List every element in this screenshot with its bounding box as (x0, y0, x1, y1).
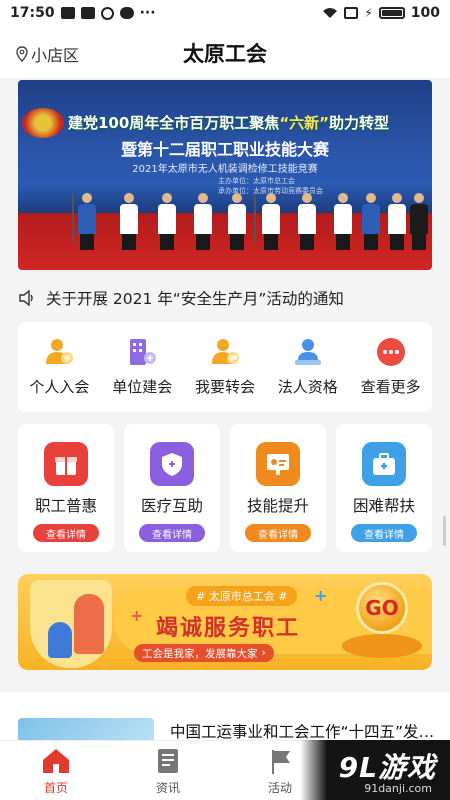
home-icon (43, 749, 69, 773)
scroll-indicator[interactable] (443, 516, 446, 546)
banner-subheadline: 暨第十二届职工职业技能大赛 (120, 140, 329, 159)
battery-level: 100 (410, 5, 440, 21)
quick-action-label: 我要转会 (194, 378, 255, 396)
news-title: 中国工运事业和工会工作“十四五”发展规划 (170, 723, 436, 741)
chat-icon (119, 7, 134, 19)
service-card-hardship[interactable]: 困难帮扶 查看详情 (336, 424, 432, 552)
news-icon (158, 749, 178, 773)
service-card-medical[interactable]: 医疗互助 查看详情 (124, 424, 220, 552)
service-title: 医疗互助 (140, 497, 203, 515)
banner-headline-highlight: “六新” (279, 114, 330, 132)
app-header: 小店区 太原工会 (0, 26, 450, 78)
microphone-stand (72, 194, 74, 242)
skill-board-icon (256, 442, 300, 486)
banner-headline: 建党100周年全市百万职工聚焦“六新”助力转型 (68, 112, 424, 133)
building-icon (130, 339, 157, 365)
promo-subtitle-text: 工会是我家，发展靠大家 (142, 647, 258, 660)
tab-label: 首页 (43, 781, 68, 795)
status-time: 17:50 (10, 5, 55, 21)
quick-action-join-individual[interactable]: 个人入会 (18, 322, 101, 412)
party-anniversary-logo (22, 108, 64, 138)
banner-headline-b: 助力转型 (329, 114, 390, 132)
quick-action-label: 查看更多 (360, 378, 421, 396)
view-details-button[interactable]: 查看详情 (33, 524, 99, 542)
page-title: 太原工会 (183, 42, 267, 66)
person (78, 193, 96, 250)
promo-child-figure (48, 622, 72, 658)
banner-organizer-1: 主办单位：太原市总工会 (218, 177, 295, 185)
quick-action-label: 个人入会 (29, 378, 90, 396)
arrow-right-icon: › (261, 647, 266, 659)
medical-shield-icon (150, 442, 194, 486)
flag-icon (272, 750, 290, 774)
go-button[interactable]: GO (356, 582, 408, 634)
view-details-button[interactable]: 查看详情 (245, 524, 311, 542)
news-app-icon (80, 7, 95, 19)
person (194, 193, 212, 250)
promo-headline: 竭诚服务职工 (156, 616, 301, 641)
banner-headline-a: 建党100周年全市百万职工聚焦 (68, 114, 280, 132)
service-cards: 职工普惠 查看详情 医疗互助 查看详情 技能提升 查看详情 困难帮扶 查看详情 (18, 424, 432, 552)
promo-banner[interactable]: + + # 太原市总工会 # 竭诚服务职工 工会是我家，发展靠大家 › GO (18, 574, 432, 670)
service-title: 困难帮扶 (352, 497, 415, 515)
tab-label: 资讯 (155, 781, 180, 795)
banner-caption: 2021年太原市无人机装调检修工技能竞赛 (132, 164, 318, 175)
person (334, 193, 352, 250)
person (388, 193, 406, 250)
blocked-icon (100, 6, 114, 20)
announcement-bar[interactable]: 关于开展 2021 年“安全生产月”活动的通知 (18, 284, 432, 312)
person-add-icon (46, 339, 74, 364)
gift-icon (44, 442, 88, 486)
quick-action-legal-person[interactable]: 法人资格 (266, 322, 349, 412)
person (298, 193, 316, 250)
more-notifications-icon: ··· (139, 5, 156, 21)
person (262, 193, 280, 250)
service-card-benefits[interactable]: 职工普惠 查看详情 (18, 424, 114, 552)
legal-person-icon (294, 339, 321, 365)
announcement-text: 关于开展 2021 年“安全生产月”活动的通知 (46, 290, 344, 308)
service-title: 技能提升 (246, 497, 309, 515)
screen-icon (344, 7, 359, 19)
wifi-icon (323, 8, 338, 18)
promo-parent-figure (74, 594, 104, 654)
person (362, 193, 380, 250)
service-title: 职工普惠 (34, 497, 97, 515)
microphone-stand (254, 194, 256, 242)
status-bar: 17:50 ··· ⚡ 100 (0, 0, 450, 26)
service-card-skills[interactable]: 技能提升 查看详情 (230, 424, 326, 552)
quick-actions: 个人入会 单位建会 我要转会 法人资格 查看更多 (18, 322, 432, 412)
person (120, 193, 138, 250)
tab-news[interactable]: 资讯 (112, 741, 224, 800)
more-dots-icon (376, 338, 405, 366)
battery-icon (378, 7, 405, 19)
promo-tag: # 太原市总工会 # (186, 586, 298, 606)
tab-label: 活动 (267, 781, 292, 795)
view-details-button[interactable]: 查看详情 (351, 524, 417, 542)
promo-plus-icon: + (130, 606, 144, 625)
quick-action-transfer[interactable]: 我要转会 (184, 322, 267, 412)
quick-action-label: 单位建会 (112, 378, 173, 396)
watermark-logo: 9L游戏 (338, 751, 436, 784)
quick-action-label: 法人资格 (277, 378, 338, 396)
watermark-overlay: 9L游戏 91danji.com (300, 740, 450, 800)
quick-action-more[interactable]: 查看更多 (349, 322, 432, 412)
aid-kit-icon (362, 442, 406, 486)
charging-icon: ⚡ (364, 6, 373, 20)
promo-subtitle: 工会是我家，发展靠大家 › (134, 644, 274, 662)
speaker-icon (19, 290, 33, 306)
quick-action-unit-found[interactable]: 单位建会 (101, 322, 184, 412)
person (158, 193, 176, 250)
promo-plus-icon: + (314, 586, 328, 605)
notification-icon (60, 7, 75, 19)
person (228, 193, 246, 250)
person (410, 193, 428, 250)
tab-home[interactable]: 首页 (0, 741, 112, 800)
banner-photo-people (58, 190, 428, 250)
person-transfer-icon (211, 339, 239, 364)
view-details-button[interactable]: 查看详情 (139, 524, 205, 542)
watermark-url: 91danji.com (364, 782, 432, 795)
go-button-base (342, 634, 422, 658)
banner-carousel[interactable]: 建党100周年全市百万职工聚焦“六新”助力转型 暨第十二届职工职业技能大赛 20… (18, 80, 432, 270)
